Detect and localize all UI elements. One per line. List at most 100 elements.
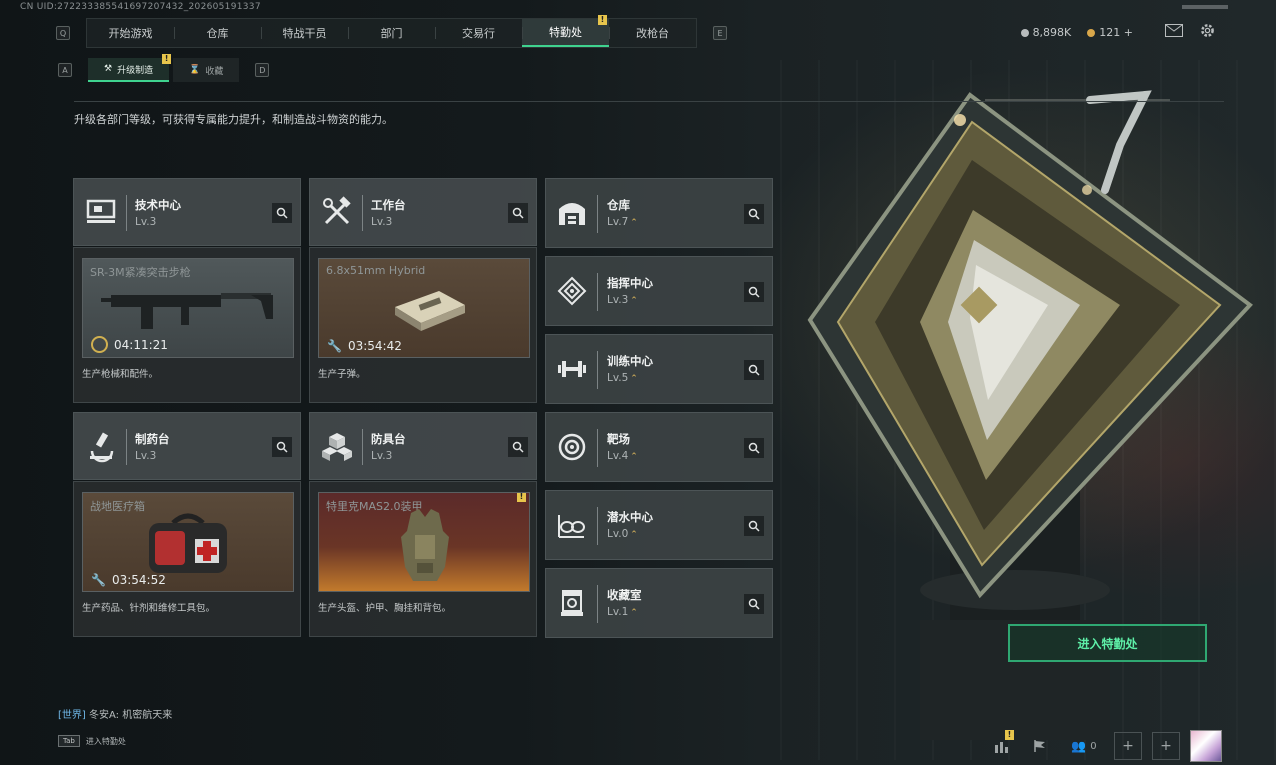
clock-icon — [91, 336, 108, 353]
search-icon[interactable] — [744, 282, 764, 302]
flag-icon[interactable] — [1026, 732, 1054, 760]
crafting-slot-pharmacy[interactable]: 战地医疗箱 🔧 03:54:52 生产药品、针剂和维修工具包。 — [73, 481, 301, 637]
add-member-button[interactable]: + — [1114, 732, 1142, 760]
stats-icon[interactable]: ! — [988, 730, 1016, 760]
separator — [126, 195, 127, 231]
crafting-slot-armor-bench[interactable]: 特里克MAS2.0装甲 ! 生产头盔、护甲、胸挂和背包。 — [309, 481, 537, 637]
target-icon — [558, 433, 586, 461]
search-icon[interactable] — [744, 438, 764, 458]
crafting-item-preview[interactable]: SR-3M紧凑突击步枪 04:11:21 — [82, 258, 294, 358]
tab-trading[interactable]: 交易行 — [435, 19, 522, 47]
search-icon[interactable] — [744, 204, 764, 224]
blocks-icon — [322, 433, 352, 461]
medkit-image — [149, 513, 227, 573]
workstation-description: 生产枪械和配件。 — [82, 369, 159, 380]
armor-vest-image — [401, 509, 449, 581]
crafting-timer: 🔧 03:54:42 — [327, 339, 402, 353]
tab-operators[interactable]: 特战干员 — [261, 19, 348, 47]
mail-icon[interactable] — [1165, 24, 1183, 40]
facility-command-center[interactable]: 指挥中心 Lv.3 ⌃ — [545, 256, 773, 326]
gear-icon[interactable] — [1199, 22, 1216, 42]
main-tabs: 开始游戏 仓库 特战干员 部门 交易行 特勤处 ! 改枪台 — [86, 15, 697, 48]
separator — [597, 507, 598, 545]
ammo-box-image — [395, 291, 465, 331]
add-member-button[interactable]: + — [1152, 732, 1180, 760]
enter-special-ops-button[interactable]: 进入特勤处 — [1008, 624, 1207, 662]
tab-special-ops-label: 特勤处 — [549, 26, 582, 39]
tab-warehouse[interactable]: 仓库 — [174, 19, 261, 47]
wrench-icon: 🔧 — [327, 339, 342, 353]
search-icon[interactable] — [272, 203, 292, 223]
sub-tabs: A ⚒ 升级制造 ! ⌛ 收藏 D — [58, 54, 270, 82]
nav-prev-key-hint[interactable]: Q — [56, 26, 70, 40]
workstation-name: 工作台 — [371, 198, 406, 212]
facility-training-center[interactable]: 训练中心 Lv.5 ⌃ — [545, 334, 773, 404]
coin-amount: 8,898K — [1032, 25, 1072, 39]
search-icon[interactable] — [744, 516, 764, 536]
tab-departments[interactable]: 部门 — [348, 19, 435, 47]
search-icon[interactable] — [508, 437, 528, 457]
facility-level-value: Lv.1 — [607, 606, 629, 618]
upgrade-arrow-icon: ⌃ — [630, 296, 638, 306]
workstation-level: Lv.3 — [371, 216, 393, 228]
crafting-item-preview[interactable]: 特里克MAS2.0装甲 ! — [318, 492, 530, 592]
friends-icon: 👥 — [1071, 739, 1087, 753]
subtab-next-key-hint[interactable]: D — [255, 63, 270, 77]
computer-icon — [86, 199, 116, 223]
crafting-item-preview[interactable]: 6.8x51mm Hybrid 🔧 03:54:42 — [318, 258, 530, 358]
facility-level: Lv.4 ⌃ — [607, 450, 638, 462]
facility-diving-center[interactable]: 潜水中心 Lv.0 ⌃ — [545, 490, 773, 560]
facility-warehouse[interactable]: 仓库 Lv.7 ⌃ — [545, 178, 773, 248]
workstation-armor-bench[interactable]: 防具台 Lv.3 — [309, 412, 537, 480]
subtab-prev-key-hint[interactable]: A — [58, 63, 72, 77]
tab-special-ops[interactable]: 特勤处 ! — [522, 15, 609, 47]
subtab-favorites-label: 收藏 — [205, 66, 224, 77]
tab-key: Tab — [58, 735, 80, 747]
separator — [597, 195, 598, 233]
window-handle[interactable] — [1182, 5, 1228, 9]
subtab-favorites[interactable]: ⌛ 收藏 — [173, 58, 240, 82]
facility-level: Lv.0 ⌃ — [607, 528, 638, 540]
top-navigation: Q 开始游戏 仓库 特战干员 部门 交易行 特勤处 ! 改枪台 E — [56, 15, 727, 48]
crafting-item-name: 6.8x51mm Hybrid — [326, 264, 426, 277]
facility-shooting-range[interactable]: 靶场 Lv.4 ⌃ — [545, 412, 773, 482]
facility-level-value: Lv.7 — [607, 216, 629, 228]
separator — [362, 195, 363, 231]
facility-level: Lv.7 ⌃ — [607, 216, 638, 228]
subtab-upgrade-craft[interactable]: ⚒ 升级制造 ! — [88, 54, 172, 82]
crafting-timer-value: 03:54:42 — [347, 339, 402, 353]
avatar[interactable] — [1190, 730, 1222, 762]
chat-line[interactable]: [世界] 冬安A: 机密航天来 — [58, 706, 172, 721]
upgrade-arrow-icon: ⌃ — [630, 218, 638, 228]
warehouse-icon — [559, 203, 585, 225]
party-count: 0 — [1090, 740, 1097, 752]
facility-collection-room[interactable]: 收藏室 Lv.1 ⌃ — [545, 568, 773, 638]
token-balance[interactable]: 121 + — [1087, 26, 1133, 39]
nav-next-key-hint[interactable]: E — [713, 26, 727, 40]
crafting-slot-tech-center[interactable]: SR-3M紧凑突击步枪 04:11:21 生产枪械和配件。 — [73, 247, 301, 403]
workstation-tech-center[interactable]: 技术中心 Lv.3 — [73, 178, 301, 246]
facility-name: 收藏室 — [607, 588, 642, 602]
workstation-pharmacy[interactable]: 制药台 Lv.3 — [73, 412, 301, 480]
tab-key-hint[interactable]: Tab 进入特勤处 — [58, 735, 126, 747]
tab-gunsmith[interactable]: 改枪台 — [609, 19, 696, 47]
workstation-workbench[interactable]: 工作台 Lv.3 — [309, 178, 537, 246]
coin-balance[interactable]: 8,898K — [1020, 25, 1072, 39]
workstation-name: 防具台 — [371, 432, 406, 446]
workstation-name: 技术中心 — [135, 198, 181, 212]
search-icon[interactable] — [744, 594, 764, 614]
top-right-bar: 8,898K 121 + — [1020, 22, 1216, 42]
search-icon[interactable] — [744, 360, 764, 380]
party-button[interactable]: 👥 0 — [1064, 732, 1104, 760]
coin-icon — [1020, 28, 1029, 37]
workstation-level: Lv.3 — [371, 450, 393, 462]
facility-level-value: Lv.0 — [607, 528, 629, 540]
crafting-slot-workbench[interactable]: 6.8x51mm Hybrid 🔧 03:54:42 生产子弹。 — [309, 247, 537, 403]
tab-start-game[interactable]: 开始游戏 — [87, 19, 174, 47]
search-icon[interactable] — [272, 437, 292, 457]
add-token-button[interactable]: + — [1124, 26, 1133, 39]
dumbbell-icon — [558, 361, 586, 377]
microscope-icon — [90, 432, 114, 463]
search-icon[interactable] — [508, 203, 528, 223]
crafting-item-preview[interactable]: 战地医疗箱 🔧 03:54:52 — [82, 492, 294, 592]
